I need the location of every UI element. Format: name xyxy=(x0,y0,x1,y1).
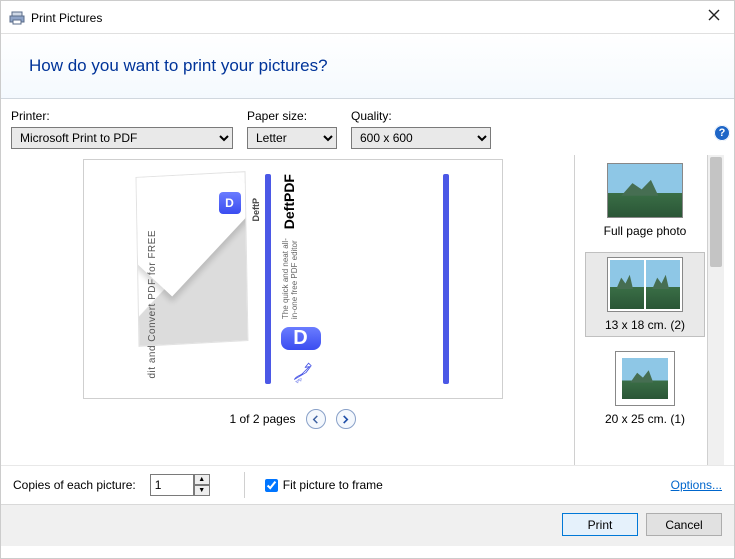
preview-page-right: DeftPDF The quick and neat all-in-one fr… xyxy=(265,174,425,384)
layout-full-page[interactable]: Full page photo xyxy=(585,159,705,242)
layout-label: 20 x 25 cm. (1) xyxy=(587,412,703,426)
fit-frame-checkbox[interactable] xyxy=(265,479,278,492)
hand-plane-icon xyxy=(281,358,325,384)
paper-size-select[interactable]: Letter xyxy=(247,127,337,149)
fit-frame-label: Fit picture to frame xyxy=(283,478,383,492)
scrollbar-thumb[interactable] xyxy=(710,157,722,267)
window-title: Print Pictures xyxy=(31,11,102,25)
layout-20x25[interactable]: 20 x 25 cm. (1) xyxy=(585,347,705,430)
page-heading: How do you want to print your pictures? xyxy=(29,56,712,76)
content-area: D dit and Convert PDF for FREE DeftP Def… xyxy=(1,155,734,465)
print-button[interactable]: Print xyxy=(562,513,638,536)
copies-input[interactable] xyxy=(150,474,194,496)
title-bar: Print Pictures xyxy=(1,1,734,33)
header: How do you want to print your pictures? xyxy=(1,33,734,99)
dialog-buttons: Print Cancel xyxy=(1,504,734,546)
preview-box: D dit and Convert PDF for FREE DeftP Def… xyxy=(83,159,503,399)
copies-up-button[interactable]: ▲ xyxy=(194,474,210,485)
printer-icon xyxy=(9,10,25,26)
preview-pane: D dit and Convert PDF for FREE DeftP Def… xyxy=(11,155,575,465)
quality-select[interactable]: 600 x 600 xyxy=(351,127,491,149)
deft-logo-icon: D xyxy=(281,327,321,350)
prev-page-button[interactable] xyxy=(306,409,326,429)
help-icon[interactable]: ? xyxy=(714,125,730,141)
printer-select[interactable]: Microsoft Print to PDF xyxy=(11,127,233,149)
bottom-options: Copies of each picture: ▲ ▼ Fit picture … xyxy=(1,465,734,504)
printer-label: Printer: xyxy=(11,109,233,123)
copies-down-button[interactable]: ▼ xyxy=(194,485,210,496)
layout-label: 13 x 18 cm. (2) xyxy=(588,318,702,332)
preview-side-small: DeftP xyxy=(251,198,261,222)
preview-tagline: The quick and neat all-in-one free PDF e… xyxy=(281,237,299,319)
next-page-button[interactable] xyxy=(336,409,356,429)
preview-page-left: D dit and Convert PDF for FREE DeftP xyxy=(137,174,247,384)
copies-spinner: ▲ ▼ xyxy=(150,474,210,496)
layout-scrollbar[interactable] xyxy=(707,155,724,465)
preview-brand: DeftPDF xyxy=(281,174,297,229)
paper-size-label: Paper size: xyxy=(247,109,337,123)
quality-label: Quality: xyxy=(351,109,491,123)
deft-badge-icon: D xyxy=(219,192,241,214)
print-options: Printer: Microsoft Print to PDF Paper si… xyxy=(1,99,734,155)
options-link[interactable]: Options... xyxy=(671,478,722,492)
preview-bar-right xyxy=(443,174,449,384)
copies-label: Copies of each picture: xyxy=(13,478,136,492)
preview-side-text: dit and Convert PDF for FREE xyxy=(147,230,158,379)
pager-text: 1 of 2 pages xyxy=(229,412,295,426)
pager: 1 of 2 pages xyxy=(229,409,355,429)
layout-list: Full page photo 13 x 18 cm. (2) 20 x 25 … xyxy=(575,155,707,465)
layout-label: Full page photo xyxy=(587,224,703,238)
cancel-button[interactable]: Cancel xyxy=(646,513,722,536)
close-button[interactable] xyxy=(706,7,722,23)
layout-13x18[interactable]: 13 x 18 cm. (2) xyxy=(585,252,705,337)
